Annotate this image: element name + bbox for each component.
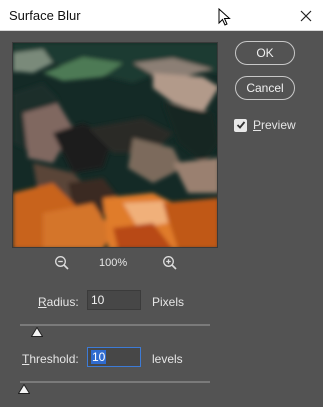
preview-label: Preview <box>253 118 296 132</box>
radius-slider-thumb[interactable] <box>31 327 44 337</box>
threshold-unit: levels <box>152 352 183 366</box>
threshold-label: Threshold: <box>22 352 79 366</box>
zoom-controls: 100% <box>54 255 184 273</box>
preview-image[interactable] <box>12 42 218 248</box>
preview-toggle[interactable]: Preview <box>234 118 296 132</box>
threshold-slider-thumb[interactable] <box>17 384 30 394</box>
radius-slider-track[interactable] <box>20 324 210 326</box>
radius-unit: Pixels <box>152 295 185 309</box>
threshold-input[interactable]: 10 <box>87 347 141 367</box>
radius-input[interactable]: 10 <box>87 290 141 310</box>
threshold-value: 10 <box>91 350 107 364</box>
zoom-in-icon[interactable] <box>162 255 178 271</box>
zoom-level: 100% <box>99 257 128 269</box>
ok-button[interactable]: OK <box>235 41 295 65</box>
window-title: Surface Blur <box>9 8 81 23</box>
cancel-button[interactable]: Cancel <box>235 76 295 100</box>
radius-label: Radius: <box>38 295 79 309</box>
preview-checkbox[interactable] <box>234 118 247 132</box>
close-icon <box>300 10 312 21</box>
preview-image-content <box>13 43 217 247</box>
zoom-out-icon[interactable] <box>54 255 70 271</box>
surface-blur-dialog: OK Cancel Preview 100% Radius: 10 Pixels… <box>0 31 323 407</box>
close-button[interactable] <box>289 0 323 31</box>
threshold-slider-track[interactable] <box>20 381 210 383</box>
title-bar: Surface Blur <box>0 0 323 31</box>
mouse-cursor-icon <box>218 8 231 26</box>
checkmark-icon <box>236 121 245 129</box>
